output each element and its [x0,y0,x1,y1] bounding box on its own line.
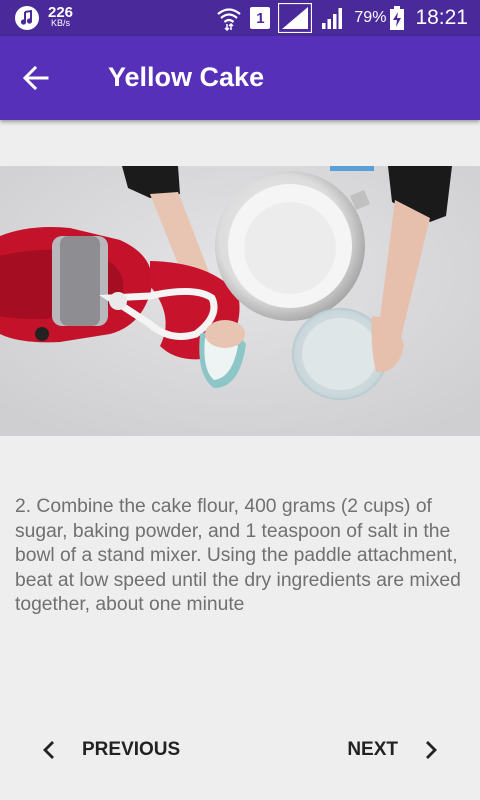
next-button[interactable]: NEXT [347,728,440,772]
previous-label: PREVIOUS [82,739,181,760]
music-icon [15,6,39,30]
chevron-left-icon [43,741,54,759]
network-speed-unit: KB/s [51,18,71,28]
battery-charging-icon [390,6,405,30]
chevron-right-icon [426,741,437,759]
clock: 18:21 [415,6,468,29]
signal-strength-icon-sim1 [278,3,313,33]
status-left: 226 KB/s [14,4,73,32]
app-bar: Yellow Cake [0,36,480,120]
signal-strength-icon-sim2 [322,8,343,29]
wifi-icon [217,8,242,31]
next-label: NEXT [347,739,398,760]
status-right: 1 79% 18:21 [208,0,468,36]
page-title: Yellow Cake [108,62,265,92]
step-photo [0,166,480,436]
sim-card-icon: 1 [250,7,271,29]
network-speed-value: 226 [48,4,74,21]
back-button[interactable] [18,60,54,96]
previous-button[interactable]: PREVIOUS [40,728,180,772]
recipe-step-image [0,166,480,436]
arrow-back-icon [23,65,49,91]
battery-percent: 79% [354,9,387,26]
status-bar: 226 KB/s 1 79% 18:21 [0,0,480,36]
network-speed: 226 KB/s [48,4,74,29]
step-instruction-text: 2. Combine the cake flour, 400 grams (2 … [15,496,461,615]
